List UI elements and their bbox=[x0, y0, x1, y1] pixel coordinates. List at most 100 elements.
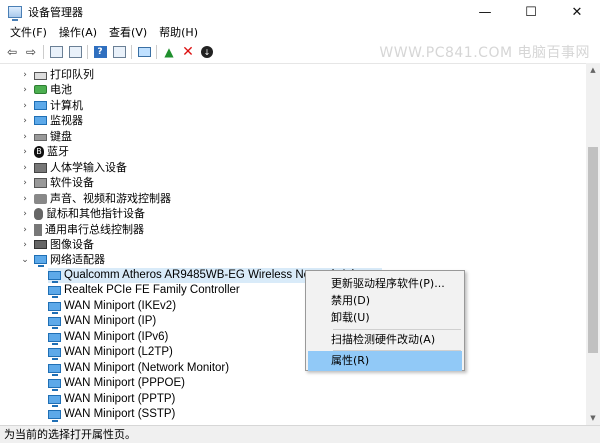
menu-item-uninstall[interactable]: 卸载(U) bbox=[308, 308, 462, 328]
network-adapter-icon bbox=[48, 395, 61, 407]
title-bar: 设备管理器 — ☐ ✕ bbox=[0, 0, 600, 24]
properties-icon[interactable] bbox=[48, 44, 64, 60]
bluetooth-icon: B bbox=[34, 145, 44, 158]
tree-category-hid[interactable]: › 人体学输入设备 bbox=[20, 160, 127, 175]
camera-icon bbox=[34, 240, 47, 249]
category-label: 通用串行总线控制器 bbox=[45, 223, 144, 236]
chevron-right-icon[interactable]: › bbox=[20, 163, 30, 173]
tree-device-wan-pppoe[interactable]: WAN Miniport (PPPOE) bbox=[48, 376, 185, 391]
menu-item-properties[interactable]: 属性(R) bbox=[308, 351, 462, 371]
printer-icon bbox=[34, 71, 47, 80]
chevron-right-icon[interactable]: › bbox=[20, 70, 30, 80]
category-label: 打印队列 bbox=[50, 68, 94, 81]
window-controls: — ☐ ✕ bbox=[462, 0, 600, 24]
minimize-button[interactable]: — bbox=[462, 0, 508, 24]
category-label: 蓝牙 bbox=[47, 145, 69, 158]
chevron-right-icon[interactable]: › bbox=[20, 101, 30, 111]
tree-category-monitors[interactable]: › 监视器 bbox=[20, 113, 83, 128]
computer-icon bbox=[34, 101, 47, 110]
category-label: 声音、视频和游戏控制器 bbox=[50, 192, 171, 205]
chevron-right-icon[interactable]: › bbox=[20, 116, 30, 126]
chevron-right-icon[interactable]: › bbox=[20, 225, 30, 235]
scrollbar-thumb[interactable] bbox=[588, 147, 598, 353]
close-button[interactable]: ✕ bbox=[554, 0, 600, 24]
chevron-right-icon[interactable]: › bbox=[20, 132, 30, 142]
tree-category-batteries[interactable]: › 电池 bbox=[20, 82, 72, 97]
chevron-down-icon[interactable]: ⌄ bbox=[20, 255, 30, 265]
tree-category-sound[interactable]: › 声音、视频和游戏控制器 bbox=[20, 191, 171, 206]
category-label: 电池 bbox=[50, 83, 72, 96]
network-adapter-icon bbox=[48, 271, 61, 283]
menu-action[interactable]: 操作(A) bbox=[53, 24, 103, 42]
tree-category-keyboards[interactable]: › 键盘 bbox=[20, 129, 72, 144]
tree-category-usb[interactable]: › 通用串行总线控制器 bbox=[20, 222, 144, 237]
chevron-right-icon[interactable]: › bbox=[20, 85, 30, 95]
chevron-right-icon[interactable]: › bbox=[20, 209, 30, 219]
scroll-up-icon[interactable]: ▲ bbox=[586, 63, 600, 77]
device-view-icon[interactable] bbox=[111, 44, 127, 60]
maximize-button[interactable]: ☐ bbox=[508, 0, 554, 24]
category-label: 鼠标和其他指针设备 bbox=[46, 207, 145, 220]
tree-device-wan-ipv6[interactable]: WAN Miniport (IPv6) bbox=[48, 330, 168, 345]
chevron-right-icon[interactable]: › bbox=[20, 194, 30, 204]
tree-category-imaging[interactable]: › 图像设备 bbox=[20, 237, 94, 252]
device-label: WAN Miniport (PPTP) bbox=[64, 393, 176, 405]
view-icon[interactable] bbox=[67, 44, 83, 60]
vertical-scrollbar[interactable]: ▲ ▼ bbox=[586, 63, 600, 425]
menu-view[interactable]: 查看(V) bbox=[103, 24, 153, 42]
chevron-right-icon[interactable]: › bbox=[20, 178, 30, 188]
network-adapter-icon bbox=[34, 255, 47, 267]
category-label: 软件设备 bbox=[50, 176, 94, 189]
tree-device-realtek[interactable]: Realtek PCIe FE Family Controller bbox=[48, 283, 240, 298]
tree-category-software-devices[interactable]: › 软件设备 bbox=[20, 175, 94, 190]
chevron-right-icon[interactable]: › bbox=[20, 147, 30, 157]
device-label: WAN Miniport (IP) bbox=[64, 315, 157, 327]
category-label: 人体学输入设备 bbox=[50, 161, 127, 174]
tree-category-bluetooth[interactable]: › B 蓝牙 bbox=[20, 144, 69, 159]
category-label: 网络适配器 bbox=[50, 253, 105, 266]
tree-device-wan-network-monitor[interactable]: WAN Miniport (Network Monitor) bbox=[48, 361, 229, 376]
device-label: Realtek PCIe FE Family Controller bbox=[64, 284, 240, 296]
uninstall-icon[interactable]: ✕ bbox=[180, 44, 196, 60]
menu-file[interactable]: 文件(F) bbox=[4, 24, 53, 42]
device-label: WAN Miniport (Network Monitor) bbox=[64, 362, 230, 374]
tree-category-network-adapters[interactable]: ⌄ 网络适配器 bbox=[20, 252, 105, 267]
window-title: 设备管理器 bbox=[28, 6, 83, 19]
usb-icon bbox=[34, 223, 42, 236]
tree-category-computer[interactable]: › 计算机 bbox=[20, 98, 83, 113]
network-adapter-icon bbox=[48, 364, 61, 376]
forward-arrow-icon[interactable]: ⇨ bbox=[23, 44, 39, 60]
network-adapter-icon bbox=[48, 302, 61, 314]
update-driver-icon[interactable]: ▲ bbox=[161, 44, 177, 60]
toolbar-separator bbox=[87, 45, 88, 59]
device-tree: › 打印队列 › 电池 › 计算机 › 监视器 › 键盘 › B 蓝牙 › 人体… bbox=[0, 63, 586, 425]
category-label: 键盘 bbox=[50, 130, 72, 143]
tree-category-mice[interactable]: › 鼠标和其他指针设备 bbox=[20, 206, 145, 221]
back-arrow-icon[interactable]: ⇦ bbox=[4, 44, 20, 60]
tree-category-print-queues[interactable]: › 打印队列 bbox=[20, 67, 94, 82]
network-adapter-icon bbox=[48, 333, 61, 345]
device-label: WAN Miniport (IKEv2) bbox=[64, 300, 177, 312]
tree-device-wan-l2tp[interactable]: WAN Miniport (L2TP) bbox=[48, 345, 173, 360]
menu-item-scan-hardware[interactable]: 扫描检测硬件改动(A) bbox=[308, 330, 462, 350]
device-label: WAN Miniport (IPv6) bbox=[64, 331, 169, 343]
tree-device-wan-sstp[interactable]: WAN Miniport (SSTP) bbox=[48, 407, 175, 422]
network-adapter-icon bbox=[48, 379, 61, 391]
toolbar-separator bbox=[43, 45, 44, 59]
category-label: 计算机 bbox=[50, 99, 83, 112]
scroll-down-icon[interactable]: ▼ bbox=[586, 411, 600, 425]
tree-device-wan-pptp[interactable]: WAN Miniport (PPTP) bbox=[48, 392, 175, 407]
device-manager-icon bbox=[8, 6, 22, 21]
tree-device-wan-ip[interactable]: WAN Miniport (IP) bbox=[48, 314, 156, 329]
monitor-icon[interactable] bbox=[136, 44, 152, 60]
battery-icon bbox=[34, 85, 47, 94]
tree-device-wan-ikev2[interactable]: WAN Miniport (IKEv2) bbox=[48, 299, 176, 314]
watermark: WWW.PC841.COM 电脑百事网 bbox=[379, 45, 590, 61]
disable-icon[interactable]: ↓ bbox=[199, 44, 215, 60]
help-icon[interactable]: ? bbox=[92, 44, 108, 60]
software-device-icon bbox=[34, 177, 47, 188]
menu-help[interactable]: 帮助(H) bbox=[153, 24, 204, 42]
hid-icon bbox=[34, 162, 47, 173]
device-label: WAN Miniport (PPPOE) bbox=[64, 377, 185, 389]
chevron-right-icon[interactable]: › bbox=[20, 240, 30, 250]
